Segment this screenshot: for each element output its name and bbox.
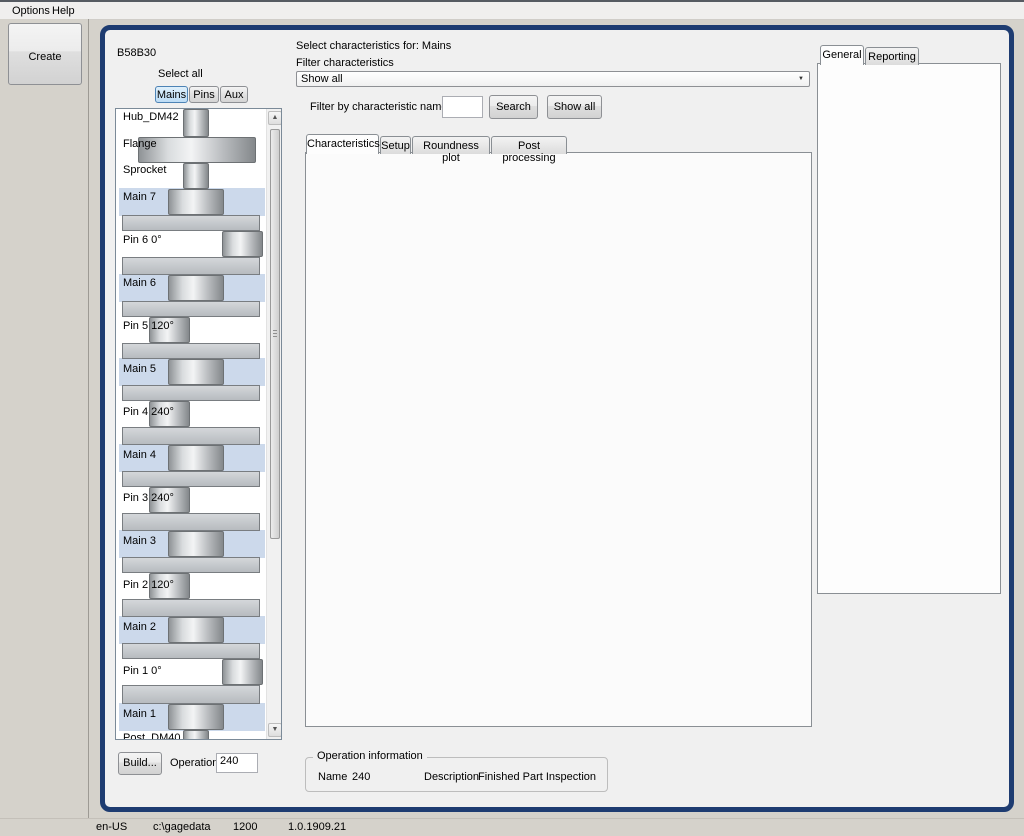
scrollbar-grip-icon <box>273 330 277 337</box>
operation-description-label: Description <box>424 771 479 783</box>
crank-segment-journal <box>168 704 224 730</box>
crank-item-label[interactable]: Pin 1 0° <box>123 665 162 677</box>
crank-segment-journal <box>168 189 224 215</box>
crank-segment-shaft <box>183 730 209 740</box>
crank-segment-web <box>122 685 260 704</box>
crank-segment-journal <box>168 275 224 301</box>
part-name: B58B30 <box>117 47 156 59</box>
tab-roundness-plot[interactable]: Roundness plot <box>412 136 490 154</box>
build-button[interactable]: Build... <box>118 752 162 775</box>
tab-reporting[interactable]: Reporting <box>865 47 919 65</box>
status-number: 1200 <box>233 821 257 833</box>
crank-item-label[interactable]: Main 3 <box>123 535 156 547</box>
general-tabpage <box>817 63 1001 594</box>
operation-input[interactable]: 240 <box>216 753 258 773</box>
crank-item-label[interactable]: Pin 4 240° <box>123 406 174 418</box>
crank-item-label[interactable]: Main 2 <box>123 621 156 633</box>
crank-segment-web <box>122 257 260 275</box>
crank-scrollbar[interactable]: ▲ ▼ <box>266 109 282 739</box>
menu-bar: Options Help <box>0 2 1024 20</box>
status-locale: en-US <box>96 821 127 833</box>
status-version: 1.0.1909.21 <box>288 821 346 833</box>
select-characteristics-header: Select characteristics for: Mains <box>296 40 451 52</box>
crank-listbox[interactable]: Hub_DM42 Flange Sprocket Main 7 Pin 6 0° Main… <box>115 108 282 740</box>
operation-label: Operation <box>170 757 218 769</box>
search-button[interactable]: Search <box>489 95 538 119</box>
crank-segment-web <box>122 215 260 231</box>
tab-setup[interactable]: Setup <box>380 136 411 154</box>
status-bar: en-US c:\gagedata 1200 1.0.1909.21 <box>0 818 1024 836</box>
operation-info-legend: Operation information <box>313 750 427 762</box>
crank-segment-web <box>122 513 260 531</box>
tab-post-processing[interactable]: Post processing <box>491 136 567 154</box>
crank-item-label[interactable]: Sprocket <box>123 164 166 176</box>
crank-segment-web <box>122 643 260 659</box>
crank-item-label[interactable]: Pin 6 0° <box>123 234 162 246</box>
crank-item-label[interactable]: Pin 3 240° <box>123 492 174 504</box>
status-data-path: c:\gagedata <box>153 821 211 833</box>
show-all-button[interactable]: Show all <box>547 95 602 119</box>
filter-dropdown[interactable]: Show all ▼ <box>296 71 810 87</box>
crank-segment-journal <box>168 617 224 643</box>
filter-characteristics-label: Filter characteristics <box>296 57 394 69</box>
operation-name-label: Name <box>318 771 347 783</box>
crank-segment-shaft <box>183 109 209 137</box>
chevron-down-icon: ▼ <box>798 76 804 82</box>
crank-segment-pinR <box>222 659 263 685</box>
menu-help[interactable]: Help <box>48 4 79 18</box>
crank-segment-web <box>122 471 260 487</box>
crank-segment-pinR <box>222 231 263 257</box>
crank-segment-journal <box>168 445 224 471</box>
name-filter-label: Filter by characteristic name <box>310 101 448 113</box>
operation-info-group: Operation information Name 240 Descripti… <box>305 757 608 792</box>
select-all-label[interactable]: Select all <box>158 68 203 80</box>
tab-general[interactable]: General <box>820 45 864 65</box>
group-tab-aux[interactable]: Aux <box>220 86 248 103</box>
operation-name-value: 240 <box>352 771 370 783</box>
crank-segment-web <box>122 599 260 617</box>
operation-description-value: Finished Part Inspection <box>478 771 596 783</box>
crank-segment-web <box>122 343 260 359</box>
crank-item-label[interactable]: Hub_DM42 <box>123 111 179 123</box>
crank-item-label[interactable]: Main 5 <box>123 363 156 375</box>
crank-segment-web <box>122 557 260 573</box>
tab-characteristics[interactable]: Characteristics <box>306 134 379 154</box>
filter-dropdown-value: Show all <box>301 73 343 85</box>
crank-item-label[interactable]: Main 6 <box>123 277 156 289</box>
crank-segment-web <box>122 427 260 445</box>
create-button[interactable]: Create <box>8 23 82 85</box>
name-filter-input[interactable] <box>442 96 483 118</box>
group-tab-mains[interactable]: Mains <box>155 86 188 103</box>
crank-item-label[interactable]: Flange <box>123 138 157 150</box>
characteristics-tabpage <box>305 152 812 727</box>
crank-segment-web <box>122 385 260 401</box>
left-toolbar: Create <box>0 19 89 818</box>
crank-item-label[interactable]: Main 7 <box>123 191 156 203</box>
crank-item-label[interactable]: Pin 5 120° <box>123 320 174 332</box>
crank-segment-web <box>122 301 260 317</box>
crank-item-label[interactable]: Post_DM40 <box>123 732 180 740</box>
crank-segment-shaft <box>183 163 209 189</box>
crank-item-label[interactable]: Main 1 <box>123 708 156 720</box>
crank-segment-journal <box>168 359 224 385</box>
crank-scrollbar-thumb[interactable] <box>270 129 280 539</box>
scroll-up-icon[interactable]: ▲ <box>268 111 282 125</box>
scroll-down-icon[interactable]: ▼ <box>268 723 282 737</box>
crank-item-label[interactable]: Pin 2 120° <box>123 579 174 591</box>
crank-segment-journal <box>168 531 224 557</box>
crank-item-label[interactable]: Main 4 <box>123 449 156 461</box>
group-tab-pins[interactable]: Pins <box>189 86 219 103</box>
